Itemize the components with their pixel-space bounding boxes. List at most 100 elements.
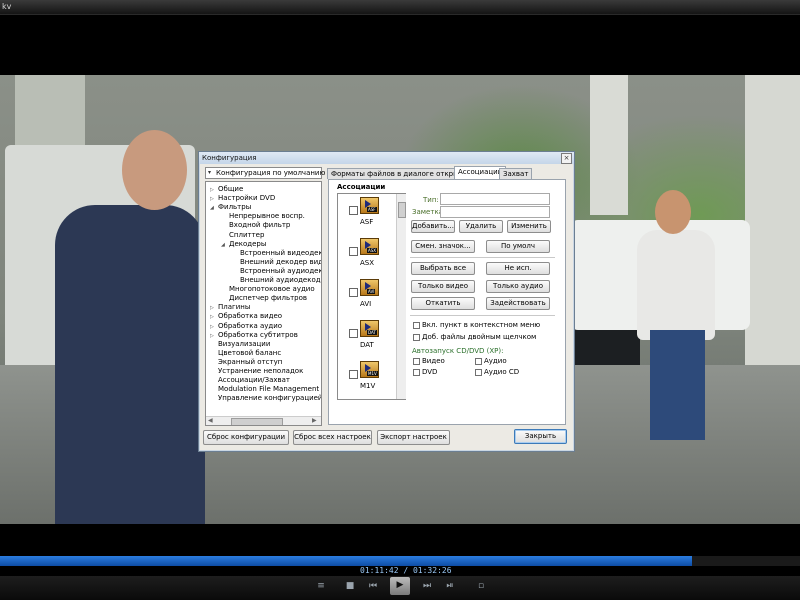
tree-item[interactable]: Внешний аудиодекодер [240,276,321,285]
tree-expander-icon[interactable]: ◢ [221,242,225,248]
person-right-legs [650,330,705,440]
tree-item[interactable]: Экранный отступ [218,358,282,367]
tree-item[interactable]: Сплиттер [229,231,264,240]
association-checkbox[interactable] [349,288,358,297]
apply-button[interactable]: Задействовать [486,297,550,310]
icon-tag: M1V [367,371,378,376]
scroll-left-icon[interactable]: ◀ [208,417,213,424]
association-item[interactable]: DAT DAT [338,319,398,359]
tree-expander-icon[interactable]: ▷ [210,324,214,330]
tree-horizontal-scrollbar[interactable]: ◀ ▶ [206,416,321,425]
tree-item[interactable]: Внешний декодер видео [240,258,321,267]
tree-item[interactable]: Диспетчер фильтров [229,294,307,303]
associations-scrollbar[interactable] [396,194,406,399]
tree-item[interactable]: Ассоциации/Захват [218,376,290,385]
media-file-icon: M1V [360,361,379,378]
autorun-audio-cd-checkbox[interactable] [475,369,482,376]
type-field[interactable] [440,193,550,205]
association-item[interactable]: ASX ASX [338,237,398,277]
tree-item[interactable]: Встроенный аудиодекодер [240,267,321,276]
tree-item[interactable]: Обработка аудио [218,322,282,331]
double-click-checkbox[interactable] [413,334,420,341]
association-checkbox[interactable] [349,206,358,215]
tree-item[interactable]: Встроенный видеодекодер [240,249,321,258]
autorun-label: Автозапуск CD/DVD (XP): [412,347,504,355]
timecode: 01:11:42 / 01:32:26 [360,566,452,575]
tree-expander-icon[interactable]: ▷ [210,314,214,320]
separator [410,315,555,316]
tree-item[interactable]: Декодеры [229,240,266,249]
change-icon-button[interactable]: Смен. значок... [411,240,475,253]
tree-item[interactable]: Плагины [218,303,250,312]
tab-capture[interactable]: Захват [499,168,533,179]
tree-item[interactable]: Многопотоковое аудио [229,285,315,294]
edit-button[interactable]: Изменить [507,220,551,233]
play-icon[interactable]: ▶ [390,577,410,595]
scroll-thumb[interactable] [231,418,283,425]
dialog-title-bar[interactable]: Конфигурация × [199,152,574,164]
tree-item[interactable]: Непрерывное воспр. [229,212,305,221]
association-checkbox[interactable] [349,247,358,256]
tree-item[interactable]: Устранение неполадок [218,367,303,376]
export-button[interactable]: Экспорт настроек [377,430,450,445]
prev-icon[interactable]: ⏮ [364,578,382,594]
tree-expander-icon[interactable]: ◢ [210,205,214,211]
tree-item[interactable]: Цветовой баланс [218,349,281,358]
context-menu-label: Вкл. пункт в контекстном меню [422,321,541,329]
tree-item[interactable]: Фильтры [218,203,251,212]
audio-only-button[interactable]: Только аудио [486,280,550,293]
reset-config-button[interactable]: Сброс конфигурации [203,430,289,445]
scroll-thumb[interactable] [398,202,406,218]
media-file-icon: ASX [360,238,379,255]
separator [410,257,555,258]
scroll-right-icon[interactable]: ▶ [312,417,317,424]
tree-item[interactable]: Настройки DVD [218,194,275,203]
association-checkbox[interactable] [349,370,358,379]
none-button[interactable]: Не исп. [486,262,550,275]
default-button[interactable]: По умолч [486,240,550,253]
next-icon[interactable]: ⏭ [418,578,436,594]
tree-item[interactable]: Визуализации [218,340,270,349]
seek-bar[interactable] [0,556,800,566]
association-item[interactable]: ASF ASF [338,196,398,236]
close-button[interactable]: Закрыть [514,429,567,444]
autorun-dvd-checkbox[interactable] [413,369,420,376]
playlist-icon[interactable]: ≡ [312,578,330,594]
association-item[interactable]: AVI AVI [338,278,398,318]
media-file-icon: ASF [360,197,379,214]
profile-select[interactable]: ▾ Конфигурация по умолчанию [205,167,325,179]
tree-expander-icon[interactable]: ▷ [210,333,214,339]
tree-expander-icon[interactable]: ▷ [210,196,214,202]
add-button[interactable]: Добавить... [411,220,455,233]
dialog-title: Конфигурация [202,154,257,162]
type-label: Тип: [423,196,439,204]
rollback-button[interactable]: Откатить [411,297,475,310]
autorun-audio-label: Аудио [484,357,507,365]
tree-expander-icon[interactable]: ▷ [210,187,214,193]
tree-item[interactable]: Обработка видео [218,312,282,321]
icon-tag: ASX [367,248,378,253]
tree-item[interactable]: Управление конфигурацией [218,394,321,403]
stop-icon[interactable]: ■ [341,578,359,594]
fullscreen-icon[interactable]: ▫ [472,578,490,594]
tree-item[interactable]: Входной фильтр [229,221,290,230]
association-checkbox[interactable] [349,329,358,338]
delete-button[interactable]: Удалить [459,220,503,233]
autorun-video-checkbox[interactable] [413,358,420,365]
tree-item[interactable]: Modulation File Management [218,385,319,394]
reset-all-button[interactable]: Сброс всех настроек [293,430,372,445]
tree-item[interactable]: Обработка субтитров [218,331,298,340]
close-icon[interactable]: × [561,153,572,164]
tree-item[interactable]: Общие [218,185,243,194]
note-field[interactable] [440,206,550,218]
association-item[interactable]: M1V M1V [338,360,398,399]
video-only-button[interactable]: Только видео [411,280,475,293]
context-menu-checkbox[interactable] [413,322,420,329]
settings-tree[interactable]: ◀ ▶ ▷ Общие ▷ Настройки DVD ◢ Фильтры Непрерыв… [205,181,322,426]
autorun-audio-checkbox[interactable] [475,358,482,365]
frame-step-icon[interactable]: ⏯ [441,578,459,594]
select-all-button[interactable]: Выбрать все [411,262,475,275]
tree-expander-icon[interactable]: ▷ [210,305,214,311]
person-right-head [655,190,691,234]
association-name: DAT [360,341,374,349]
